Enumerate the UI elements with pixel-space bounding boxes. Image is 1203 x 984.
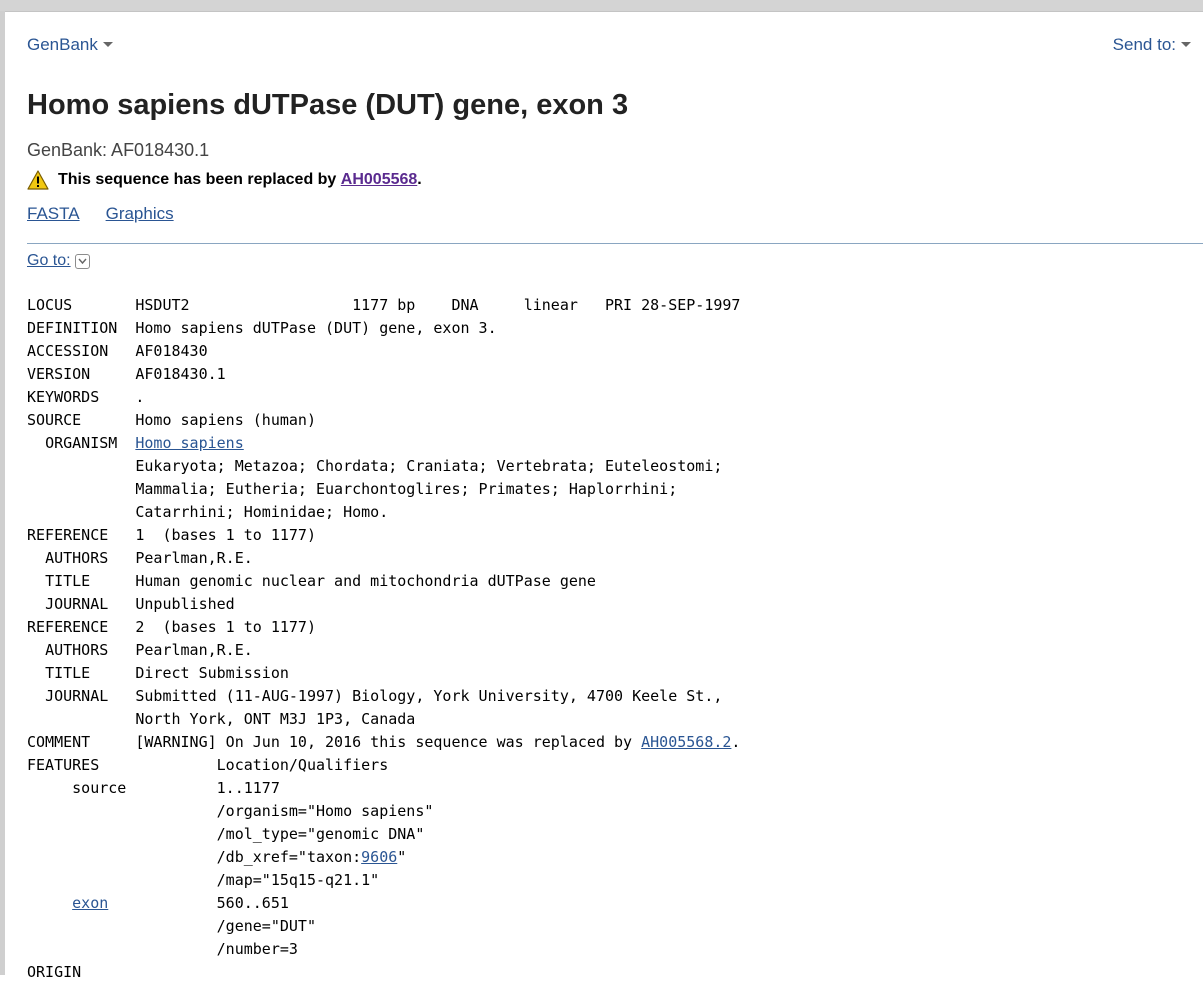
genbank-flatfile: LOCUS HSDUT2 1177 bp DNA linear PRI 28-S… [27,294,740,984]
journal-value: Submitted (11-AUG-1997) Biology, York Un… [135,687,723,705]
journal-key: JOURNAL [45,687,109,705]
version-key: VERSION [27,365,91,383]
database-menu-label: GenBank [27,35,98,54]
title-value: Direct Submission [135,664,289,682]
definition-value: Homo sapiens dUTPase (DUT) gene, exon 3. [135,319,497,337]
keywords-key: KEYWORDS [27,388,100,406]
exon-feature-link[interactable]: exon [72,894,108,912]
taxon-link[interactable]: 9606 [361,848,397,866]
journal-value: Unpublished [135,595,235,613]
organism-link[interactable]: Homo sapiens [135,434,243,452]
page-title: Homo sapiens dUTPase (DUT) gene, exon 3 [27,89,629,121]
title-key: TITLE [45,664,91,682]
reference-key: REFERENCE [27,618,109,636]
left-window-edge [0,11,5,975]
version-value: AF018430.1 [135,365,226,383]
qualifier-organism: /organism="Homo sapiens" [216,802,434,820]
title-value: Human genomic nuclear and mitochondria d… [135,572,596,590]
source-value: Homo sapiens (human) [135,411,316,429]
accession-line: GenBank: AF018430.1 [27,140,210,160]
accession-key: ACCESSION [27,342,109,360]
features-key: FEATURES [27,756,100,774]
comment-replaced-link[interactable]: AH005568.2 [641,733,731,751]
send-to-menu[interactable]: Send to: [1113,35,1191,55]
warning-icon [27,170,49,190]
keywords-value: . [135,388,145,406]
goto-label: Go to: [27,252,71,269]
qualifier-gene: /gene="DUT" [216,917,316,935]
lineage-line: Mammalia; Eutheria; Euarchontoglires; Pr… [135,480,678,498]
comment-value: [WARNING] On Jun 10, 2016 this sequence … [135,733,633,751]
send-to-label: Send to: [1112,35,1176,54]
journal-value-cont: North York, ONT M3J 1P3, Canada [135,710,416,728]
exon-location: 560..651 [216,894,289,912]
qualifier-mol-type: /mol_type="genomic DNA" [216,825,425,843]
accession-value: AF018430 [135,342,208,360]
divider [27,243,1203,244]
chevron-down-icon [78,258,87,264]
qualifier-number: /number=3 [216,940,298,958]
browser-top-edge [0,0,1203,12]
organism-key: ORGANISM [45,434,118,452]
authors-value: Pearlman,R.E. [135,641,253,659]
replaced-prefix: This sequence has been replaced by [58,171,337,188]
source-feature-key: source [72,779,127,797]
comment-suffix: . [731,733,741,751]
title-key: TITLE [45,572,91,590]
comment-key: COMMENT [27,733,91,751]
journal-key: JOURNAL [45,595,109,613]
chevron-down-icon [1181,42,1191,48]
replaced-suffix: . [417,171,422,188]
source-feature-location: 1..1177 [216,779,280,797]
reference-value: 2 (bases 1 to 1177) [135,618,316,636]
qualifier-map: /map="15q15-q21.1" [216,871,380,889]
fasta-link[interactable]: FASTA [27,204,80,223]
lineage-line: Catarrhini; Hominidae; Homo. [135,503,389,521]
format-links: FASTA Graphics [27,204,200,224]
qualifier-db-xref-end: " [397,848,407,866]
locus-value: HSDUT2 1177 bp DNA linear PRI 28-SEP-199… [135,296,741,314]
source-key: SOURCE [27,411,82,429]
lineage-line: Eukaryota; Metazoa; Chordata; Craniata; … [135,457,723,475]
origin-key: ORIGIN [27,963,82,981]
qualifier-db-xref: /db_xref="taxon: [216,848,362,866]
definition-key: DEFINITION [27,319,118,337]
replaced-notice: This sequence has been replaced by AH005… [27,170,422,190]
locus-key: LOCUS [27,296,73,314]
graphics-link[interactable]: Graphics [106,204,174,223]
goto-toggle[interactable] [74,253,90,269]
authors-value: Pearlman,R.E. [135,549,253,567]
goto-menu[interactable]: Go to: [27,252,90,270]
replaced-by-link[interactable]: AH005568 [341,171,418,189]
features-header: Location/Qualifiers [216,756,389,774]
authors-key: AUTHORS [45,549,109,567]
database-menu[interactable]: GenBank [27,35,113,55]
reference-key: REFERENCE [27,526,109,544]
reference-value: 1 (bases 1 to 1177) [135,526,316,544]
chevron-down-icon [102,42,113,48]
authors-key: AUTHORS [45,641,109,659]
